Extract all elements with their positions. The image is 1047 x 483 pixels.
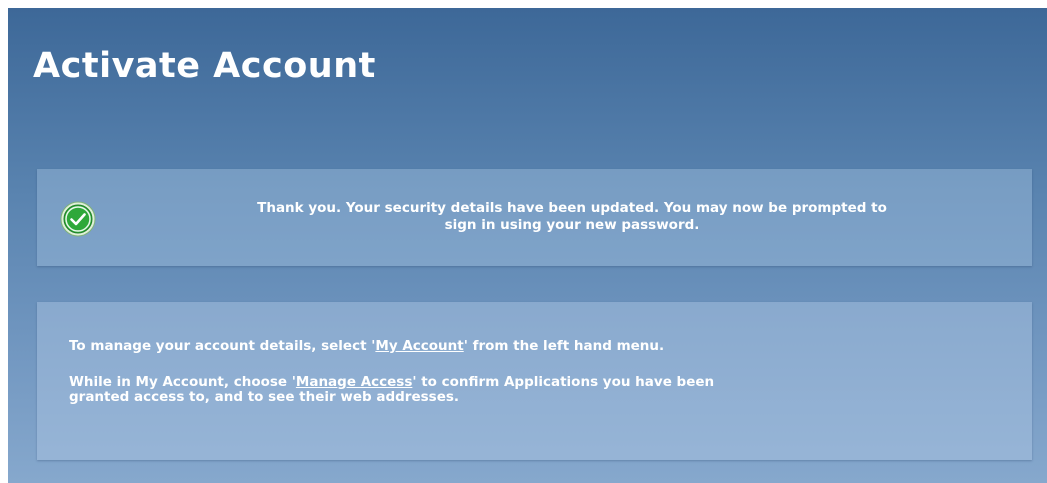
manage-access-link[interactable]: Manage Access bbox=[296, 374, 412, 390]
my-account-link[interactable]: My Account bbox=[375, 338, 463, 354]
instruction-text: ' to confirm Applications you have been bbox=[412, 374, 715, 390]
activate-account-panel: Activate Account Thank you. Your securit… bbox=[8, 8, 1047, 483]
success-message-box: Thank you. Your security details have be… bbox=[37, 169, 1032, 266]
manage-account-instruction: To manage your account details, select '… bbox=[69, 339, 999, 354]
manage-access-instruction: While in My Account, choose 'Manage Acce… bbox=[69, 375, 999, 405]
success-message: Thank you. Your security details have be… bbox=[132, 200, 1012, 234]
success-message-line1: Thank you. Your security details have be… bbox=[257, 200, 887, 216]
page-title: Activate Account bbox=[33, 46, 376, 86]
account-info-box: To manage your account details, select '… bbox=[37, 302, 1032, 460]
success-message-line2: sign in using your new password. bbox=[444, 217, 700, 233]
instruction-text: While in My Account, choose ' bbox=[69, 374, 296, 390]
check-circle-icon bbox=[60, 201, 96, 237]
instruction-text: To manage your account details, select ' bbox=[69, 338, 376, 354]
instruction-text: granted access to, and to see their web … bbox=[69, 389, 460, 405]
instruction-text: ' from the left hand menu. bbox=[463, 338, 665, 354]
